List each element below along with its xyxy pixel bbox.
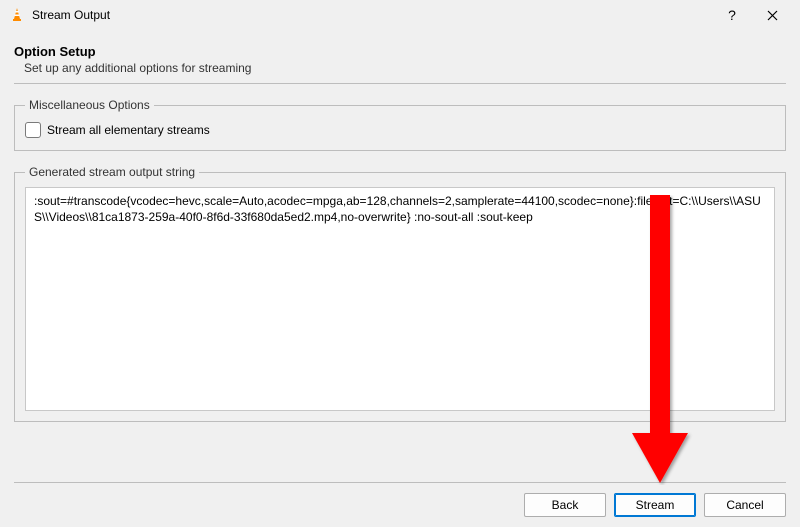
back-button[interactable]: Back [524,493,606,517]
section-heading: Option Setup [14,44,786,59]
close-button[interactable] [752,1,792,29]
titlebar: Stream Output ? [0,0,800,30]
content-area: Option Setup Set up any additional optio… [0,30,800,422]
footer-buttons: Back Stream Cancel [524,493,786,517]
misc-options-group: Miscellaneous Options Stream all element… [14,98,786,151]
cancel-button[interactable]: Cancel [704,493,786,517]
generated-string-legend: Generated stream output string [25,165,199,179]
stream-all-checkbox[interactable] [25,122,41,138]
stream-all-label: Stream all elementary streams [47,123,210,137]
divider [14,83,786,84]
section-subheading: Set up any additional options for stream… [24,61,786,75]
generated-string-group: Generated stream output string :sout=#tr… [14,165,786,422]
vlc-cone-icon [8,6,26,24]
window-title: Stream Output [32,8,712,22]
help-button[interactable]: ? [712,1,752,29]
footer-divider [14,482,786,483]
misc-options-legend: Miscellaneous Options [25,98,154,112]
generated-output-textarea[interactable]: :sout=#transcode{vcodec=hevc,scale=Auto,… [25,187,775,411]
stream-all-row: Stream all elementary streams [25,120,775,140]
stream-button[interactable]: Stream [614,493,696,517]
